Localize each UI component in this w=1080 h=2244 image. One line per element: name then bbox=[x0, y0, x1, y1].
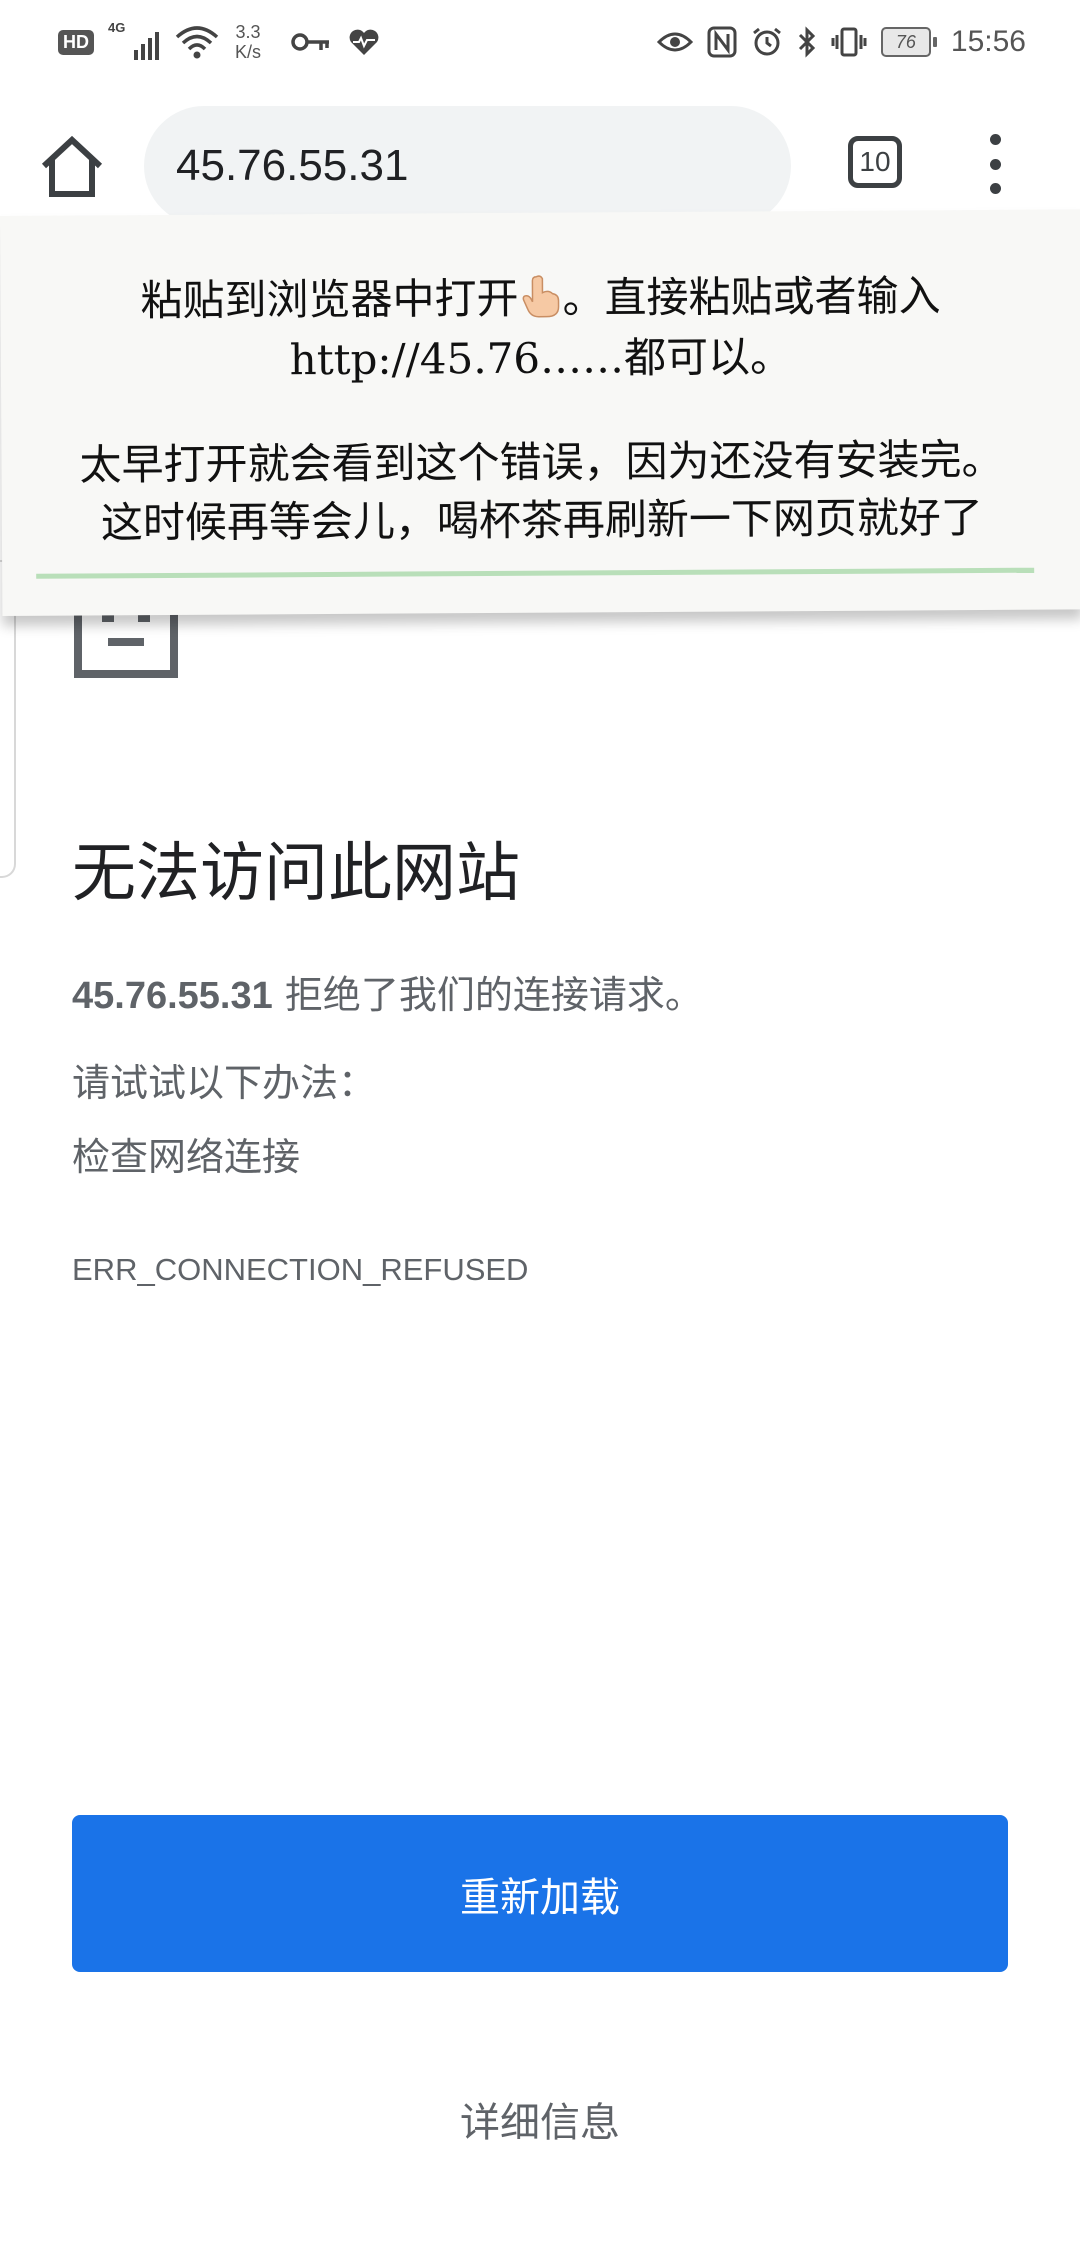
try-label: 请试试以下办法： bbox=[72, 1061, 377, 1105]
annotation-line-1: 粘贴到浏览器中打开 。直接粘贴或者输入 bbox=[0, 261, 1080, 329]
annotation-line-1-suffix: 。直接粘贴或者输入 bbox=[562, 271, 941, 323]
alarm-icon bbox=[752, 27, 781, 56]
annotation-line-2: http://45.76……都可以。 bbox=[289, 332, 793, 385]
annotation-line-1-text: 粘贴到浏览器中打开 bbox=[140, 273, 519, 326]
error-message-text: 拒绝了我们的连接请求。 bbox=[272, 973, 703, 1017]
annotation-underline bbox=[36, 567, 1035, 579]
hd-badge: HD bbox=[58, 29, 94, 55]
bluetooth-icon bbox=[798, 26, 816, 58]
clock: 15:56 bbox=[950, 25, 1026, 58]
annotation-banner: 粘贴到浏览器中打开 。直接粘贴或者输入 http://45.76……都可以。 太… bbox=[0, 209, 1080, 616]
status-left: HD 4G 3.3 K/s bbox=[58, 16, 381, 68]
battery-level: 76 bbox=[880, 27, 931, 57]
url-bar[interactable]: 45.76.55.31 bbox=[144, 106, 791, 226]
error-code: ERR_CONNECTION_REFUSED bbox=[72, 1252, 529, 1287]
eye-icon bbox=[656, 32, 693, 52]
net-speed-value: 3.3 bbox=[235, 22, 261, 42]
net-speed: 3.3 K/s bbox=[235, 22, 261, 62]
reload-button-label: 重新加载 bbox=[460, 1874, 620, 1921]
status-bar: HD 4G 3.3 K/s 76 15:56 bbox=[0, 0, 1080, 82]
home-icon bbox=[41, 135, 103, 197]
tab-count: 10 bbox=[859, 146, 891, 177]
home-button[interactable] bbox=[36, 132, 108, 202]
annotation-line-4: 这时候再等会儿，喝杯茶再刷新一下网页就好了 bbox=[100, 493, 984, 548]
error-title: 无法访问此网站 bbox=[72, 837, 520, 911]
net-speed-unit: K/s bbox=[235, 42, 262, 62]
tab-switcher-button[interactable]: 10 bbox=[848, 136, 902, 188]
wifi-icon bbox=[175, 26, 219, 59]
battery-icon: 76 bbox=[880, 27, 937, 57]
annotation-line-3: 太早打开就会看到这个错误，因为还没有安装完。 bbox=[79, 434, 1004, 490]
error-message: 45.76.55.31 拒绝了我们的连接请求。 bbox=[72, 964, 703, 1019]
suggestion-item: 检查网络连接 bbox=[72, 1135, 301, 1179]
heart-icon bbox=[349, 29, 379, 55]
vibrate-icon bbox=[831, 27, 867, 57]
error-host: 45.76.55.31 bbox=[72, 975, 273, 1017]
details-button[interactable]: 详细信息 bbox=[0, 2090, 1080, 2148]
details-button-label: 详细信息 bbox=[460, 2100, 620, 2146]
nfc-icon bbox=[707, 26, 737, 58]
signal-icon: 4G bbox=[108, 20, 159, 60]
more-menu-button[interactable] bbox=[980, 134, 1010, 194]
key-icon bbox=[291, 33, 330, 51]
status-right: 76 15:56 bbox=[656, 16, 1026, 68]
reload-button[interactable]: 重新加载 bbox=[72, 1815, 1008, 1972]
pointing-hand-icon bbox=[522, 275, 560, 318]
url-text[interactable]: 45.76.55.31 bbox=[176, 141, 408, 191]
signal-type-label: 4G bbox=[108, 20, 126, 35]
